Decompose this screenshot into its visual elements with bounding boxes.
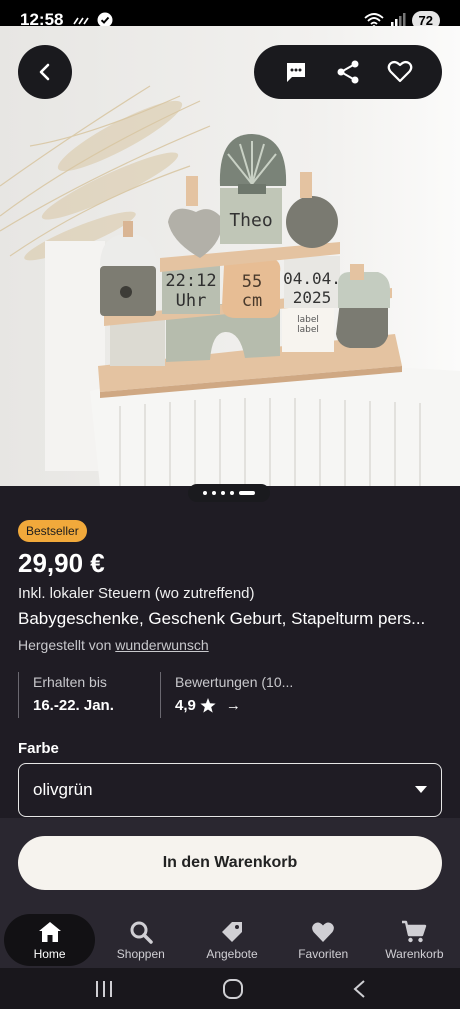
heart-outline-icon xyxy=(387,60,413,83)
rating-arrow-icon: → xyxy=(225,697,241,714)
home-system-icon[interactable] xyxy=(222,978,244,1000)
color-label: Farbe xyxy=(18,740,59,757)
svg-text:cm: cm xyxy=(242,291,262,311)
svg-text:2025: 2025 xyxy=(293,288,332,307)
carousel-dot-active xyxy=(239,491,255,495)
maker-prefix: Hergestellt von xyxy=(18,637,112,653)
message-icon xyxy=(287,63,305,82)
nav-shoppen-label: Shoppen xyxy=(116,947,165,961)
svg-text:55: 55 xyxy=(242,272,262,292)
bestseller-badge: Bestseller xyxy=(18,520,87,542)
delivery-estimate: Erhalten bis 16.-22. Jan. xyxy=(18,672,160,718)
nav-warenkorb[interactable]: Warenkorb xyxy=(369,914,460,966)
nav-home[interactable]: Home xyxy=(4,914,96,966)
signal-wave-icon xyxy=(73,17,90,25)
cart-icon xyxy=(402,920,427,943)
share-icon xyxy=(337,60,359,84)
svg-text:label: label xyxy=(297,325,319,335)
nav-favoriten[interactable]: Favoriten xyxy=(278,914,369,966)
color-select-value: olivgrün xyxy=(33,780,93,799)
star-icon xyxy=(200,698,216,713)
heart-icon xyxy=(312,922,335,942)
reviews-link[interactable]: Bewertungen (10... 4,9 → xyxy=(160,672,293,718)
nav-shoppen[interactable]: Shoppen xyxy=(95,914,186,966)
chevron-left-icon xyxy=(39,63,50,81)
delivery-value: 16.-22. Jan. xyxy=(33,697,114,714)
carousel-dot xyxy=(230,491,234,495)
favorite-button[interactable] xyxy=(383,55,417,89)
maker-line: Hergestellt von wunderwunsch xyxy=(18,637,209,653)
carousel-dot xyxy=(221,491,225,495)
carousel-dot xyxy=(212,491,216,495)
cell-signal-icon xyxy=(390,13,406,27)
recent-apps-icon[interactable] xyxy=(94,980,114,998)
back-button[interactable] xyxy=(18,45,72,99)
svg-text:Theo: Theo xyxy=(229,210,272,231)
tax-note: Inkl. lokaler Steuern (wo zutreffend) xyxy=(18,585,255,602)
add-to-cart-button[interactable]: In den Warenkorb xyxy=(18,836,442,890)
product-actions xyxy=(254,45,442,99)
product-price: 29,90 € xyxy=(18,548,105,578)
svg-text:04.04.: 04.04. xyxy=(283,269,341,288)
tag-icon xyxy=(222,922,242,942)
back-system-icon[interactable] xyxy=(352,979,366,999)
carousel-indicator[interactable] xyxy=(188,484,270,502)
bottom-nav: Home Shoppen Angebote Favoriten Warenkor… xyxy=(0,912,460,968)
message-button[interactable] xyxy=(279,55,313,89)
search-icon xyxy=(130,921,153,944)
home-icon xyxy=(38,922,61,942)
nav-angebote[interactable]: Angebote xyxy=(186,914,277,966)
nav-favoriten-label: Favoriten xyxy=(298,947,349,961)
color-select[interactable]: olivgrün xyxy=(18,763,442,817)
carousel-dot xyxy=(203,491,207,495)
product-stats: Erhalten bis 16.-22. Jan. Bewertungen (1… xyxy=(18,672,442,718)
system-nav-bar xyxy=(0,968,460,1009)
delivery-label: Erhalten bis xyxy=(33,674,107,690)
nav-warenkorb-label: Warenkorb xyxy=(385,947,444,961)
shop-link[interactable]: wunderwunsch xyxy=(115,637,208,653)
svg-text:22:12: 22:12 xyxy=(165,271,216,291)
reviews-label: Bewertungen (10... xyxy=(175,674,294,690)
rating-row: 4,9 → xyxy=(175,697,293,714)
nav-home-label: Home xyxy=(33,947,66,961)
svg-text:Uhr: Uhr xyxy=(176,291,207,311)
share-button[interactable] xyxy=(331,55,365,89)
caret-down-icon xyxy=(415,786,427,793)
product-title[interactable]: Babygeschenke, Geschenk Geburt, Stapeltu… xyxy=(18,609,425,629)
nav-angebote-label: Angebote xyxy=(206,947,258,961)
rating-value: 4,9 xyxy=(175,697,196,714)
svg-text:label: label xyxy=(297,315,319,325)
